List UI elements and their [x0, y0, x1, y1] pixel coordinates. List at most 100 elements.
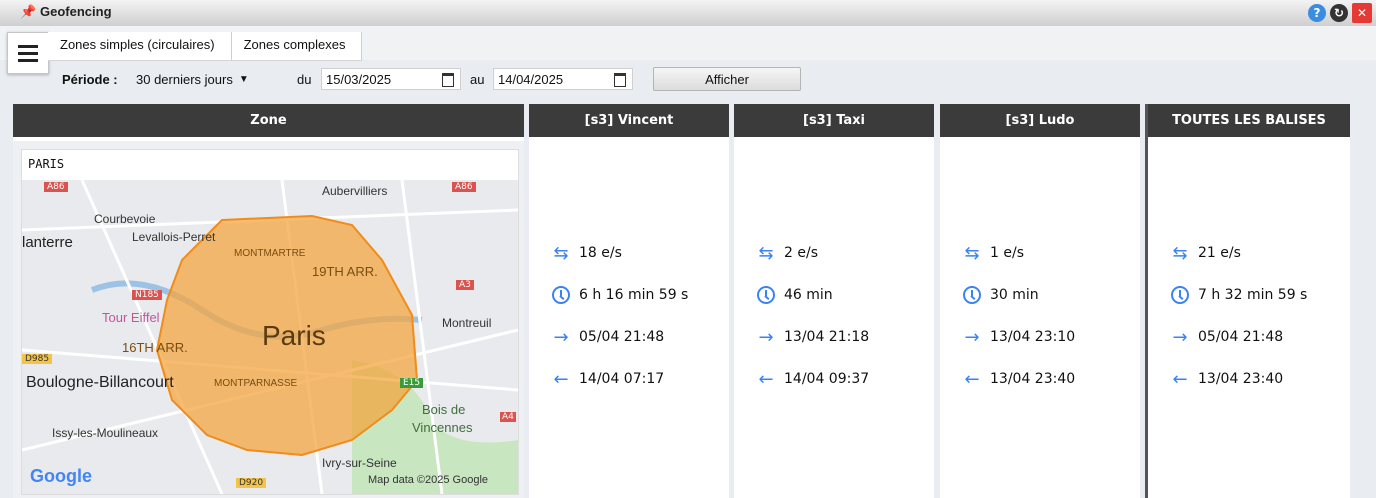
clock-icon	[1171, 286, 1189, 304]
map-label-16th: 16TH ARR.	[122, 340, 188, 355]
duration-value: 46 min	[784, 287, 833, 303]
all-beacons-column: TOUTES LES BALISES ⇆ 21 e/s 7 h 32 min 59…	[1145, 104, 1350, 498]
entries-value: 21 e/s	[1198, 245, 1241, 261]
road-badge: N185	[132, 290, 162, 300]
road-badge: A86	[452, 182, 476, 192]
beacon-header: [s3] Ludo	[940, 104, 1140, 137]
first-entry-stat: → 13/04 23:10	[962, 326, 1075, 348]
map-label-levallois: Levallois-Perret	[132, 230, 216, 244]
entries-value: 1 e/s	[990, 245, 1024, 261]
map-label-paris: Paris	[262, 320, 326, 351]
map-label-aubervilliers: Aubervilliers	[322, 184, 388, 198]
title-bar: 📌 Geofencing ? ↻ ✕	[0, 0, 1376, 27]
duration-value: 30 min	[990, 287, 1039, 303]
last-exit-value: 13/04 23:40	[990, 371, 1076, 387]
beacon-column-taxi: [s3] Taxi ⇆ 2 e/s 46 min → 13/04 21:18 ← 14…	[734, 104, 934, 498]
map-label-bois: Bois de	[422, 402, 466, 417]
period-label: Période :	[62, 72, 118, 87]
first-entry-value: 05/04 21:48	[579, 329, 665, 345]
road-badge: E15	[400, 378, 424, 388]
road-badge: A4	[500, 412, 516, 422]
duration-stat: 6 h 16 min 59 s	[551, 285, 688, 305]
entries-stat: ⇆ 18 e/s	[551, 242, 622, 264]
beacon-column-ludo: [s3] Ludo ⇆ 1 e/s 30 min → 13/04 23:10 ← 13…	[940, 104, 1140, 498]
arrow-left-icon: ←	[553, 368, 569, 390]
tab-complex-zones[interactable]: Zones complexes	[231, 32, 363, 60]
clock-icon	[963, 286, 981, 304]
duration-value: 7 h 32 min 59 s	[1198, 287, 1308, 303]
map-label-montreuil: Montreuil	[442, 316, 492, 330]
last-exit-value: 13/04 23:40	[1198, 371, 1284, 387]
duration-stat: 30 min	[962, 285, 1039, 305]
from-date-value: 15/03/2025	[326, 71, 392, 87]
map-label-montmartre: MONTMARTRE	[234, 248, 306, 259]
swap-arrows-icon: ⇆	[553, 242, 569, 264]
arrow-left-icon: ←	[1172, 368, 1188, 390]
menu-icon-bar	[18, 51, 38, 55]
period-select[interactable]: 30 derniers jours ▼	[136, 68, 278, 90]
window-title: Geofencing	[40, 4, 112, 19]
to-date-input[interactable]: 14/04/2025	[493, 68, 633, 90]
beacon-header: [s3] Vincent	[529, 104, 729, 137]
zone-name: PARIS	[28, 157, 65, 171]
tab-simple-zones[interactable]: Zones simples (circulaires)	[48, 32, 232, 60]
last-exit-stat: ← 14/04 09:37	[756, 368, 869, 390]
map-label-courbevoie: Courbevoie	[94, 212, 156, 226]
entries-stat: ⇆ 2 e/s	[756, 243, 818, 264]
from-label: du	[297, 72, 312, 87]
beacon-cell: ⇆ 18 e/s 6 h 16 min 59 s → 05/04 21:48 ← 14…	[529, 141, 729, 498]
map-label-vincennes: Vincennes	[412, 420, 473, 435]
map-attribution: Map data ©2025 Google	[368, 474, 489, 486]
arrow-left-icon: ←	[758, 368, 774, 390]
menu-icon-bar	[18, 44, 38, 48]
clock-icon	[551, 285, 571, 305]
map-label-issy: Issy-les-Moulineaux	[52, 426, 159, 440]
entries-value: 2 e/s	[784, 245, 818, 261]
close-icon[interactable]: ✕	[1352, 3, 1372, 23]
beacon-cell: ⇆ 1 e/s 30 min → 13/04 23:10 ← 13/04 23:40	[940, 141, 1140, 498]
last-exit-value: 14/04 07:17	[579, 371, 665, 387]
clock-icon	[757, 286, 775, 304]
first-entry-value: 05/04 21:48	[1198, 329, 1284, 345]
last-exit-stat: ← 13/04 23:40	[1170, 368, 1284, 390]
zone-column: Zone PARIS A86 A86 Aubervilliers Courbev…	[13, 104, 524, 498]
calendar-icon[interactable]	[442, 73, 454, 87]
zone-map[interactable]: PARIS A86 A86 Aubervilliers Courbevoie l…	[21, 149, 519, 495]
chevron-down-icon: ▼	[238, 73, 249, 85]
road-badge: D920	[236, 478, 267, 488]
arrow-right-icon: →	[1172, 326, 1188, 348]
clock-icon	[962, 285, 982, 305]
swap-arrows-icon: ⇆	[1172, 242, 1188, 264]
clock-icon	[552, 286, 570, 304]
last-exit-stat: ← 14/04 07:17	[551, 368, 665, 390]
to-date-value: 14/04/2025	[498, 71, 564, 87]
show-button[interactable]: Afficher	[653, 67, 801, 91]
from-date-input[interactable]: 15/03/2025	[321, 68, 461, 90]
title-bar-icons: ? ↻ ✕	[1308, 3, 1372, 23]
entries-stat: ⇆ 1 e/s	[962, 242, 1024, 264]
pin-icon: 📌	[20, 5, 37, 20]
zone-header: Zone	[13, 104, 524, 137]
last-exit-stat: ← 13/04 23:40	[962, 369, 1076, 390]
entries-value: 18 e/s	[579, 245, 622, 261]
road-badge: A3	[456, 280, 474, 290]
menu-icon-bar	[18, 58, 38, 62]
geofencing-window: 📌 Geofencing ? ↻ ✕ Zones simples (circul…	[0, 0, 1376, 498]
duration-value: 6 h 16 min 59 s	[579, 287, 689, 303]
road-badge: A86	[44, 182, 68, 192]
entries-stat: ⇆ 21 e/s	[1170, 242, 1241, 264]
map-label-nanterre: lanterre	[22, 234, 73, 251]
arrow-right-icon: →	[964, 326, 980, 348]
clock-icon	[756, 285, 776, 305]
calendar-icon[interactable]	[614, 73, 626, 87]
duration-stat: 7 h 32 min 59 s	[1170, 285, 1307, 305]
map-label-ivry: Ivry-sur-Seine	[322, 456, 397, 470]
help-icon[interactable]: ?	[1308, 4, 1326, 22]
beacon-header: [s3] Taxi	[734, 104, 934, 137]
to-label: au	[470, 72, 485, 87]
zone-cell: PARIS A86 A86 Aubervilliers Courbevoie l…	[13, 141, 524, 498]
swap-arrows-icon: ⇆	[964, 242, 980, 264]
refresh-icon[interactable]: ↻	[1330, 4, 1348, 22]
road-badge: D985	[22, 354, 53, 364]
arrow-right-icon: →	[758, 326, 774, 348]
